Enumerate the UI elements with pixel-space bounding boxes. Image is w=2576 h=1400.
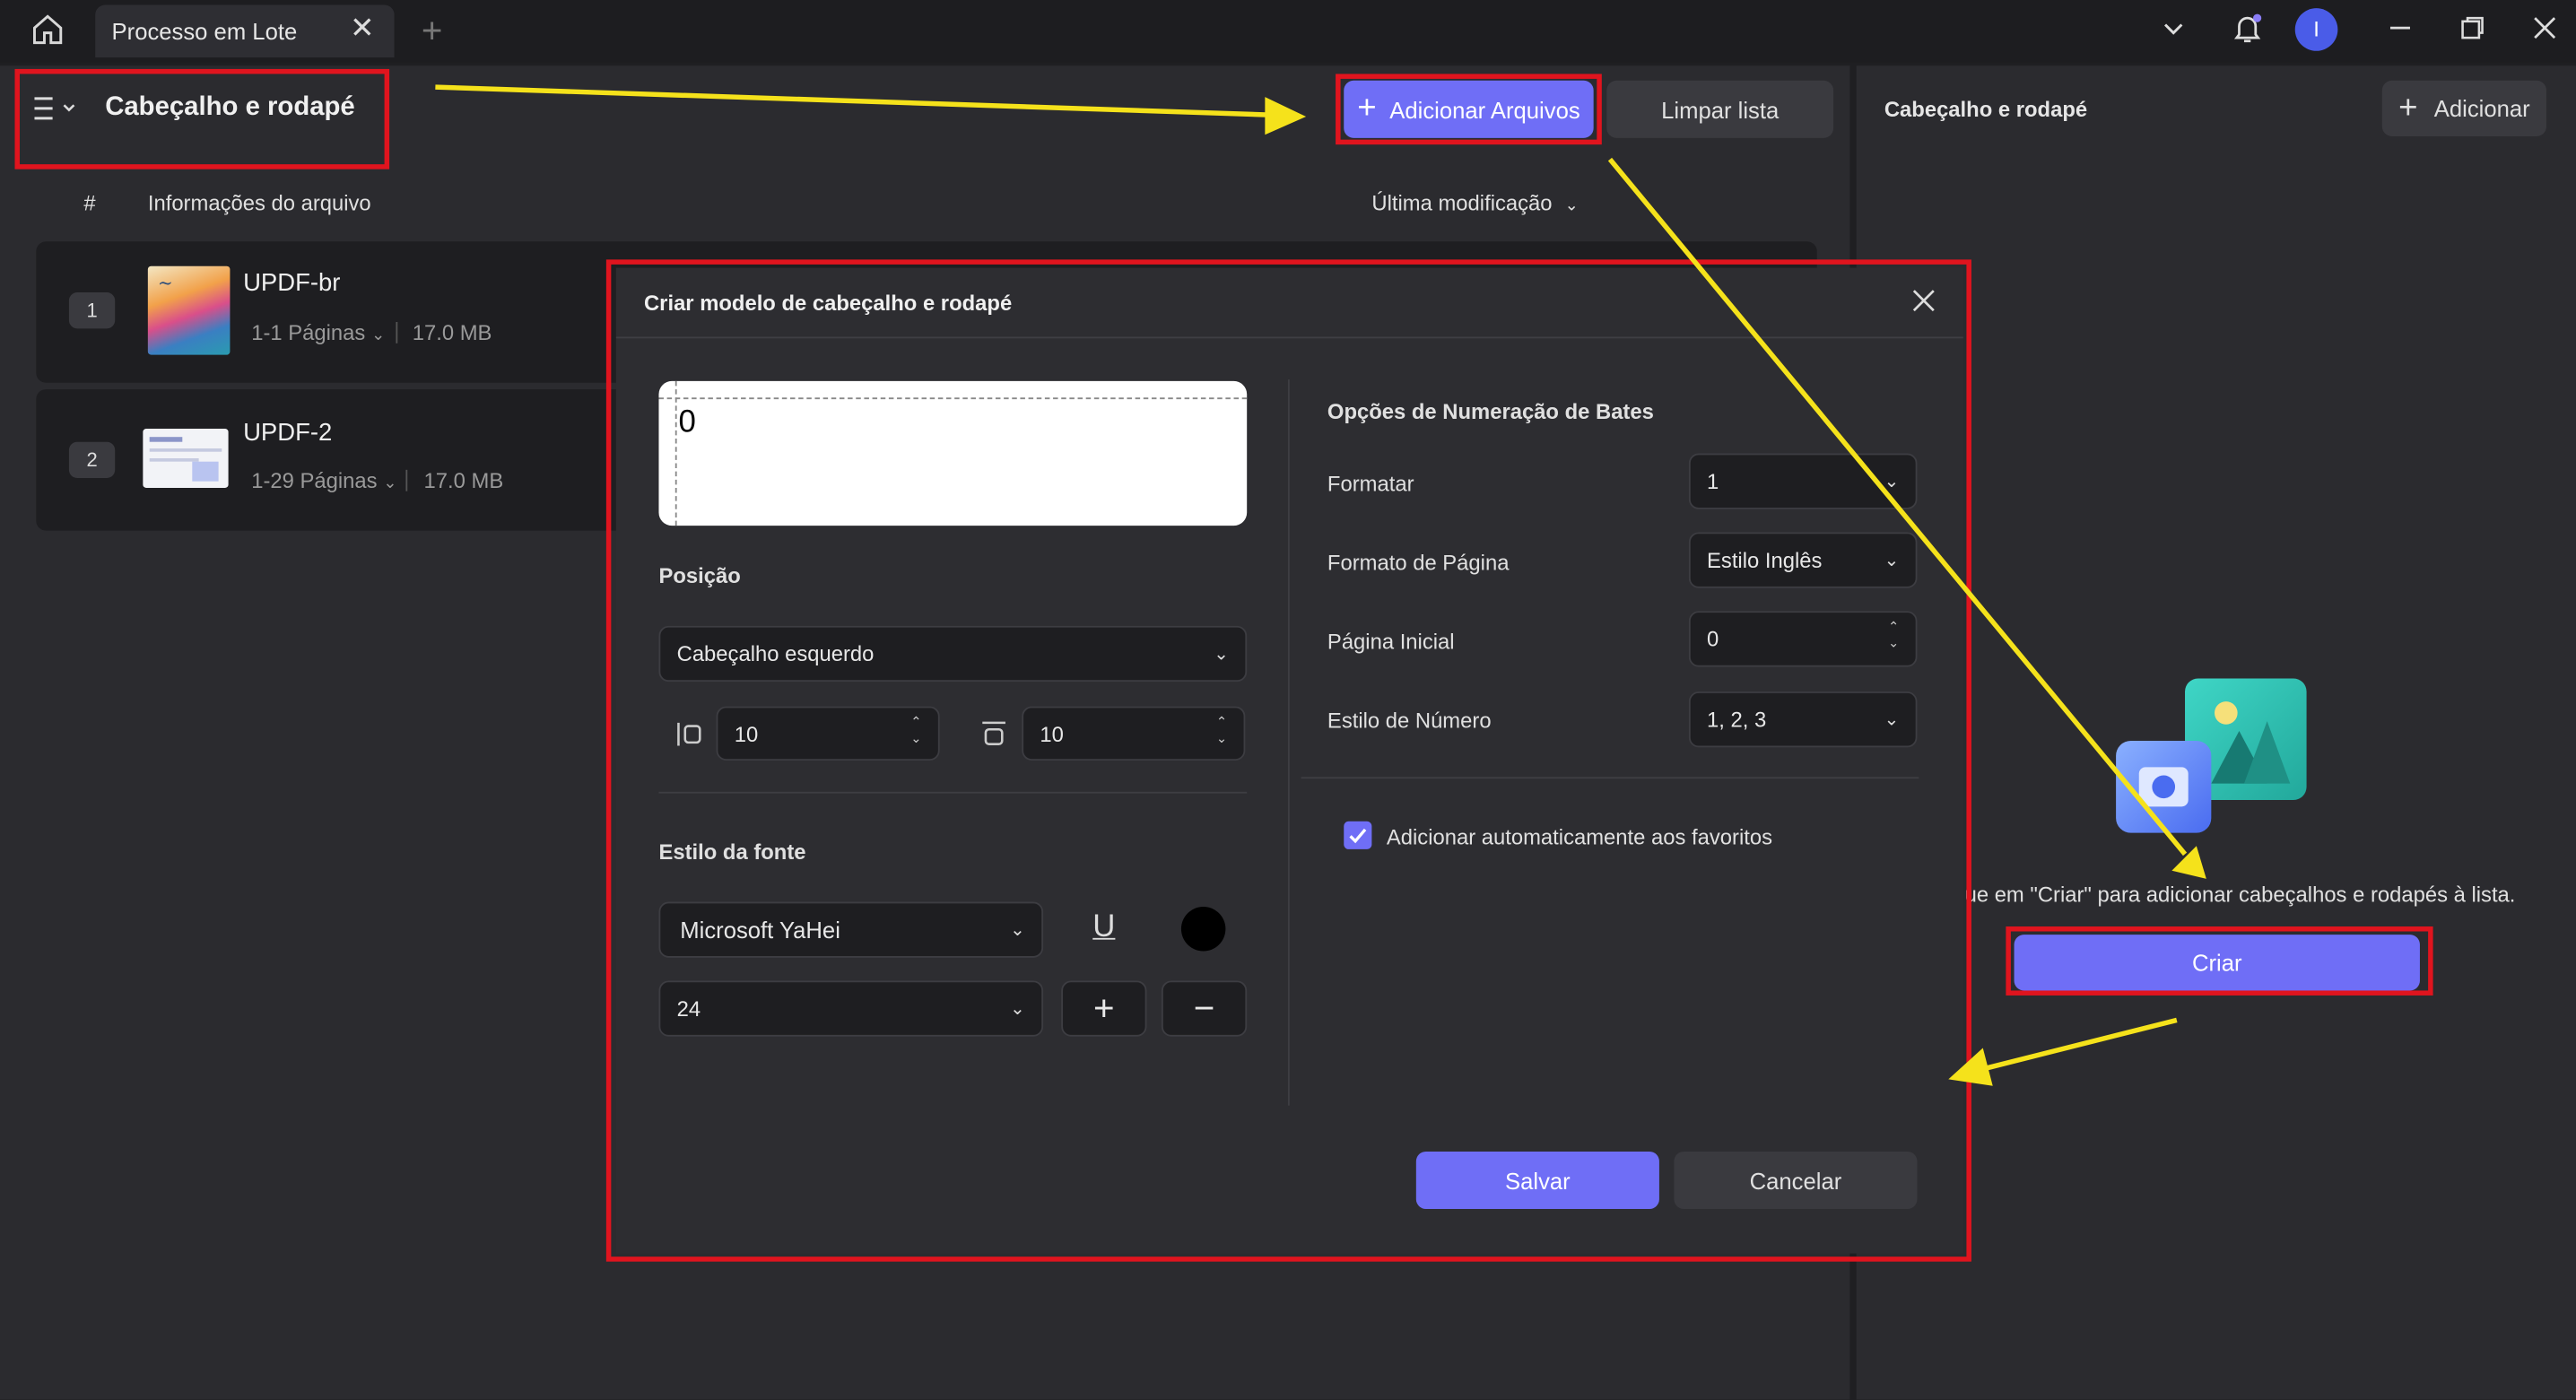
new-tab-icon[interactable]: + <box>414 10 450 51</box>
avatar-initial: I <box>2313 16 2319 41</box>
image-illustration-icon <box>2116 678 2313 842</box>
empty-state-hint: ue em "Criar" para adicionar cabeçalhos … <box>1964 882 2516 908</box>
minimize-icon[interactable] <box>2382 13 2418 49</box>
column-file-info: Informações do arquivo <box>147 190 371 215</box>
file-size: 17.0 MB <box>412 320 492 345</box>
home-icon[interactable] <box>26 10 69 53</box>
file-pages[interactable]: 1-29 Páginas ⌄ <box>251 468 396 492</box>
file-name: UPDF-br <box>243 269 341 298</box>
bell-icon[interactable] <box>2228 10 2267 49</box>
divider <box>396 321 398 343</box>
file-thumbnail: ~ <box>147 265 231 355</box>
file-index-badge: 2 <box>68 441 116 478</box>
divider <box>405 469 408 491</box>
tab-close-icon[interactable]: ✕ <box>350 12 375 46</box>
clear-list-button[interactable]: Limpar lista <box>1606 80 1834 138</box>
template-panel-title: Cabeçalho e rodapé <box>1884 97 2088 122</box>
clear-list-label: Limpar lista <box>1661 96 1780 123</box>
file-pages[interactable]: 1-1 Páginas ⌄ <box>251 320 385 344</box>
file-pages-label: 1-29 Páginas <box>251 468 378 493</box>
annotation-box-create <box>2006 926 2433 996</box>
avatar[interactable]: I <box>2294 8 2338 51</box>
column-index: # <box>83 190 96 215</box>
column-last-modified-label: Última modificação <box>1371 190 1553 215</box>
annotation-box-dialog <box>605 259 1971 1262</box>
annotation-box-add-files <box>1336 74 1602 145</box>
title-bar: Processo em Lote ✕ + I <box>0 0 2576 63</box>
file-thumbnail <box>143 429 229 488</box>
chevron-down-icon: ⌄ <box>383 474 397 493</box>
chevron-down-icon[interactable] <box>2155 13 2191 49</box>
file-size: 17.0 MB <box>423 468 504 493</box>
annotation-box-title <box>14 68 390 170</box>
plus-icon: + <box>2398 89 2418 126</box>
add-template-label: Adicionar <box>2433 95 2530 122</box>
close-window-icon[interactable] <box>2527 13 2563 49</box>
chevron-down-icon: ⌄ <box>1564 196 1579 215</box>
file-name: UPDF-2 <box>243 419 333 448</box>
file-pages-label: 1-1 Páginas <box>251 320 366 345</box>
chevron-down-icon: ⌄ <box>370 326 386 345</box>
tab-label: Processo em Lote <box>111 18 298 45</box>
tab-batch-process[interactable]: Processo em Lote ✕ <box>95 4 395 58</box>
column-last-modified[interactable]: Última modificação ⌄ <box>1371 190 1578 214</box>
restore-icon[interactable] <box>2454 13 2490 49</box>
file-index-badge: 1 <box>68 292 116 329</box>
add-template-button[interactable]: + Adicionar <box>2381 80 2546 137</box>
